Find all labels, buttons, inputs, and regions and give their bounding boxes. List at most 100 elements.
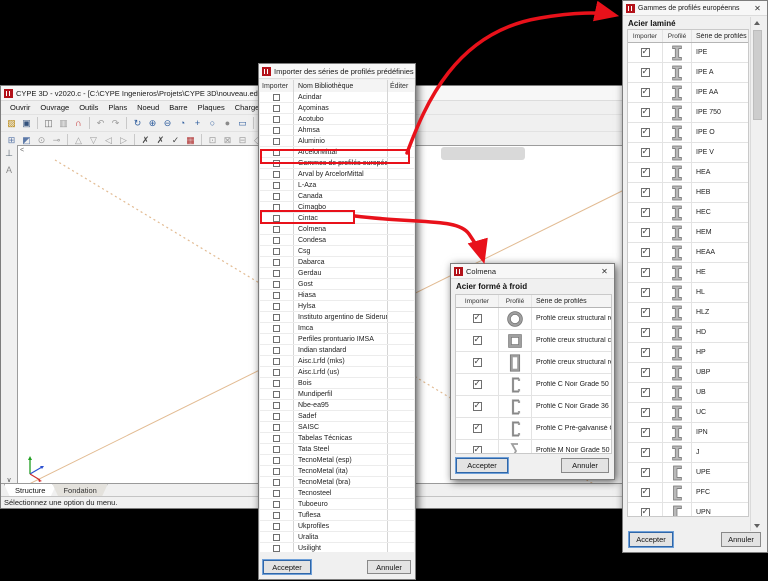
library-row[interactable]: Acindar <box>260 92 414 103</box>
library-row[interactable]: Açominas <box>260 103 414 114</box>
import-checkbox[interactable] <box>273 247 280 255</box>
import-checkbox[interactable] <box>640 447 650 457</box>
import-checkbox[interactable] <box>640 287 650 297</box>
import-checkbox[interactable] <box>273 544 280 552</box>
rotate-view-icon[interactable]: ↻ <box>131 116 144 130</box>
undo-icon[interactable]: ↶ <box>94 116 107 130</box>
library-row[interactable]: L-Aza <box>260 180 414 191</box>
accept-button[interactable]: Accepter <box>629 532 673 547</box>
library-row[interactable]: Colmena <box>260 224 414 235</box>
orbit-icon[interactable]: ◔ <box>176 116 189 130</box>
import-checkbox[interactable] <box>640 367 650 377</box>
axis-tool-icon[interactable]: ⊥ <box>5 148 13 159</box>
screen-icon[interactable]: ▭ <box>236 116 249 130</box>
text-tool-icon[interactable]: A <box>6 165 12 175</box>
library-row[interactable]: Usilight <box>260 543 414 552</box>
profile-row[interactable]: IPE V <box>628 143 748 163</box>
profile-row[interactable]: HE <box>628 263 748 283</box>
import-checkbox[interactable] <box>273 533 280 541</box>
import-checkbox[interactable] <box>472 357 482 367</box>
library-row[interactable]: Sadef <box>260 411 414 422</box>
profile-row[interactable]: HEM <box>628 223 748 243</box>
import-checkbox[interactable] <box>640 347 650 357</box>
import-checkbox[interactable] <box>273 214 280 222</box>
euro-dialog-titlebar[interactable]: Gammes de profilés européenns ✕ <box>623 1 767 16</box>
import-checkbox[interactable] <box>273 104 280 112</box>
profile-row[interactable]: IPE A <box>628 63 748 83</box>
import-checkbox[interactable] <box>472 423 482 433</box>
profile-row[interactable]: Profilé C Noir Grade 36 <box>456 396 611 418</box>
menu-plaques[interactable]: Plaques <box>193 103 230 112</box>
library-row[interactable]: SAISC <box>260 422 414 433</box>
library-row[interactable]: Gost <box>260 279 414 290</box>
library-row[interactable]: Mundiperfil <box>260 389 414 400</box>
accept-button[interactable]: Accepter <box>263 560 311 574</box>
library-row[interactable]: Ukprofiles <box>260 521 414 532</box>
profile-row[interactable]: PFC <box>628 483 748 503</box>
library-row[interactable]: TecnoMetal (esp) <box>260 455 414 466</box>
profile-row[interactable]: HEC <box>628 203 748 223</box>
save-icon[interactable]: ▣ <box>20 116 33 130</box>
import-checkbox[interactable] <box>640 167 650 177</box>
import-checkbox[interactable] <box>273 137 280 145</box>
import-checkbox[interactable] <box>273 181 280 189</box>
library-row[interactable]: Perfiles prontuario IMSA <box>260 334 414 345</box>
library-row[interactable]: TecnoMetal (bra) <box>260 477 414 488</box>
import-checkbox[interactable] <box>640 407 650 417</box>
library-row[interactable]: Condesa <box>260 235 414 246</box>
menu-noeud[interactable]: Noeud <box>132 103 164 112</box>
cancel-button[interactable]: Annuler <box>367 560 411 574</box>
scroll-thumb[interactable] <box>753 30 762 120</box>
menu-plans[interactable]: Plans <box>103 103 132 112</box>
zoom-out-icon[interactable]: ⊖ <box>161 116 174 130</box>
report-icon[interactable]: ◫ <box>42 116 55 130</box>
profile-row[interactable]: Profilé C Pré-galvanisé Grade 36 <box>456 418 611 440</box>
profile-row[interactable]: HP <box>628 343 748 363</box>
scroll-up-icon[interactable] <box>751 17 763 28</box>
sphere-icon[interactable]: ● <box>221 116 234 130</box>
profile-row[interactable]: HEB <box>628 183 748 203</box>
import-checkbox[interactable] <box>640 147 650 157</box>
import-checkbox[interactable] <box>273 93 280 101</box>
library-row[interactable]: Aisc.Lrfd (mks) <box>260 356 414 367</box>
library-row[interactable]: TecnoMetal (ita) <box>260 466 414 477</box>
redraw-icon[interactable]: ○ <box>206 116 219 130</box>
profile-row[interactable]: IPE AA <box>628 83 748 103</box>
import-checkbox[interactable] <box>273 357 280 365</box>
close-icon[interactable]: ✕ <box>751 4 764 13</box>
profile-row[interactable]: UPE <box>628 463 748 483</box>
import-checkbox[interactable] <box>640 487 650 497</box>
import-checkbox[interactable] <box>273 511 280 519</box>
profile-row[interactable]: HEAA <box>628 243 748 263</box>
import-checkbox[interactable] <box>640 107 650 117</box>
import-checkbox[interactable] <box>273 401 280 409</box>
import-checkbox[interactable] <box>472 379 482 389</box>
import-checkbox[interactable] <box>640 227 650 237</box>
import-checkbox[interactable] <box>273 467 280 475</box>
library-row[interactable]: Tuflesa <box>260 510 414 521</box>
import-dialog-titlebar[interactable]: Importer des séries de profilés prédéfin… <box>259 64 415 79</box>
import-checkbox[interactable] <box>640 387 650 397</box>
import-checkbox[interactable] <box>273 434 280 442</box>
scrollbar[interactable] <box>750 17 763 531</box>
library-row[interactable]: Indian standard <box>260 345 414 356</box>
profile-row[interactable]: Profilé M Noir Grade 50 <box>456 440 611 453</box>
import-checkbox[interactable] <box>472 445 482 453</box>
import-checkbox[interactable] <box>640 247 650 257</box>
profile-row[interactable]: UC <box>628 403 748 423</box>
menu-ouvrir[interactable]: Ouvrir <box>5 103 35 112</box>
profile-row[interactable]: IPN <box>628 423 748 443</box>
profile-row[interactable]: Profilé C Noir Grade 50 <box>456 374 611 396</box>
library-row[interactable]: Acotubo <box>260 114 414 125</box>
redo-icon[interactable]: ↷ <box>109 116 122 130</box>
import-checkbox[interactable] <box>273 203 280 211</box>
profile-row[interactable]: UB <box>628 383 748 403</box>
import-checkbox[interactable] <box>472 335 482 345</box>
menu-barre[interactable]: Barre <box>164 103 192 112</box>
library-row[interactable]: Canada <box>260 191 414 202</box>
cancel-button[interactable]: Annuler <box>561 458 609 473</box>
profile-row[interactable]: Profilé creux structural carré <box>456 330 611 352</box>
profile-row[interactable]: Profilé creux structural rectangulaire <box>456 352 611 374</box>
close-icon[interactable]: ✕ <box>598 267 611 276</box>
import-checkbox[interactable] <box>640 207 650 217</box>
